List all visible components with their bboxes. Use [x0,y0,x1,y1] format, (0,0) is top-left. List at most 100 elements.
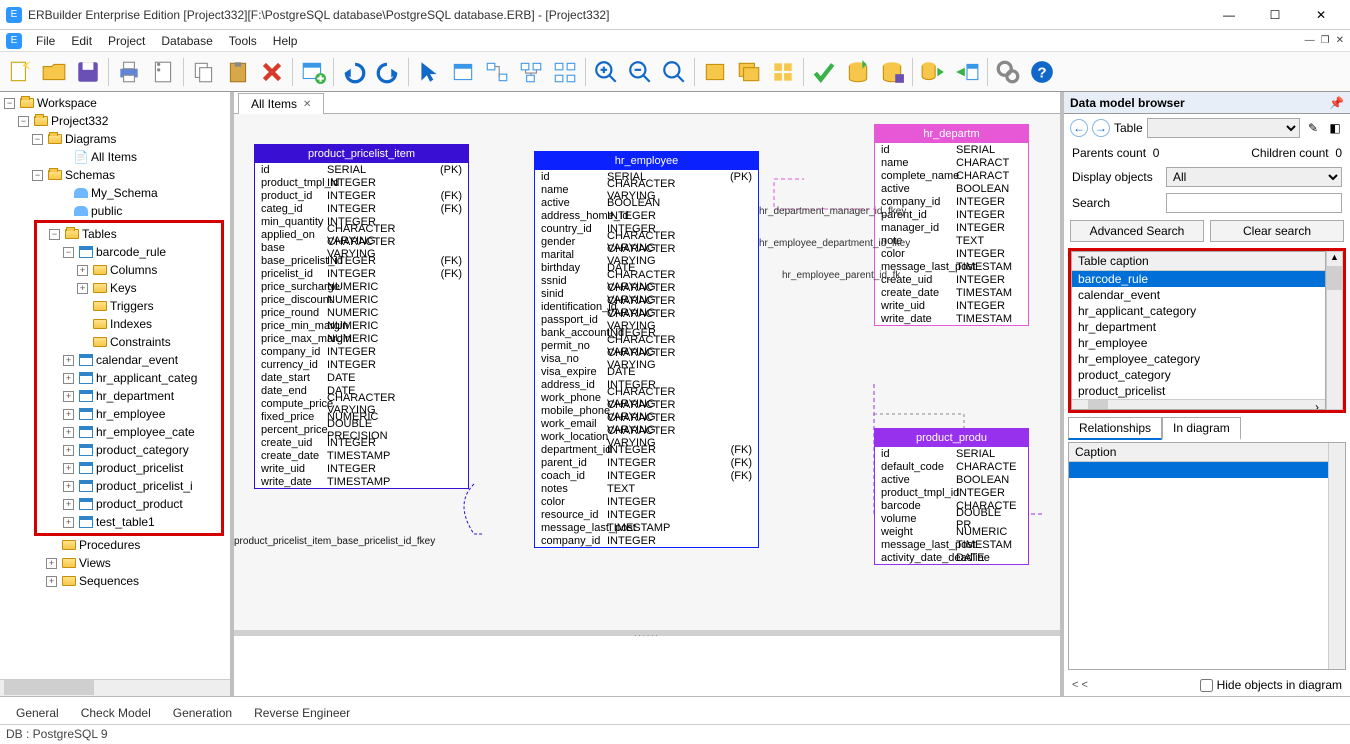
expand-icon[interactable]: + [63,499,74,510]
copy-button[interactable] [188,56,220,88]
tree-views[interactable]: Views [79,556,111,570]
collapse-icon[interactable]: − [18,116,29,127]
expand-icon[interactable]: + [63,481,74,492]
menu-help[interactable]: Help [265,32,306,50]
expand-icon[interactable]: + [63,427,74,438]
entity-column[interactable]: nameCHARACT [875,156,1028,169]
tab-general[interactable]: General [8,702,73,724]
entity-hr-employee[interactable]: hr_employeeidSERIAL(PK)nameCHARACTER VAR… [534,151,759,548]
list-item[interactable]: hr_employee_category [1072,351,1325,367]
menu-tools[interactable]: Tools [221,32,265,50]
zoom-fit-button[interactable] [658,56,690,88]
tab-in-diagram[interactable]: In diagram [1162,417,1241,440]
diagram-canvas[interactable]: product_pricelist_itemidSERIAL(PK)produc… [234,114,1060,630]
expand-icon[interactable]: + [46,576,57,587]
relation-3-button[interactable] [549,56,581,88]
entity-column[interactable]: price_discountNUMERIC [255,293,468,306]
entity-column[interactable]: nameCHARACTER VARYING [535,183,758,196]
list-item[interactable]: product_category [1072,367,1325,383]
list-item[interactable]: barcode_rule [1072,271,1325,287]
pointer-button[interactable] [413,56,445,88]
mdi-close-icon[interactable]: ✕ [1336,35,1344,46]
tab-checkmodel[interactable]: Check Model [73,702,165,724]
entity-column[interactable]: product_tmpl_idINTEGER [875,486,1028,499]
entity-column[interactable]: default_codeCHARACTE [875,460,1028,473]
collapse-icon[interactable]: − [4,98,15,109]
tree-procedures[interactable]: Procedures [79,538,140,552]
display-select[interactable]: All [1166,167,1342,187]
paste-button[interactable] [222,56,254,88]
entity-column[interactable]: visa_expireDATE [535,365,758,378]
entity-column[interactable]: idSERIAL [875,143,1028,156]
new-button[interactable] [4,56,36,88]
list-hscroll[interactable]: › [1072,399,1325,410]
expand-icon[interactable]: + [63,355,74,366]
caption-vscroll[interactable] [1328,443,1345,669]
tab-all-items[interactable]: All Items✕ [238,93,324,114]
entity-column[interactable]: visa_noCHARACTER VARYING [535,352,758,365]
expand-icon[interactable]: + [77,283,88,294]
expand-icon[interactable]: + [77,265,88,276]
collapse-icon[interactable]: − [63,247,74,258]
entity-column[interactable]: date_startDATE [255,371,468,384]
tree-project[interactable]: Project332 [51,114,108,128]
list-vscroll[interactable]: ▲ [1326,251,1343,410]
grid-button[interactable] [767,56,799,88]
forward-table-button[interactable] [951,56,983,88]
undo-button[interactable] [338,56,370,88]
entity-column[interactable]: idSERIAL(PK) [255,163,468,176]
reverse-button[interactable] [917,56,949,88]
entity-column[interactable]: percent_priceDOUBLE PRECISION [255,423,468,436]
hide-objects-checkbox[interactable]: Hide objects in diagram [1200,678,1342,692]
close-button[interactable]: ✕ [1298,0,1344,30]
entity-column[interactable]: write_dateTIMESTAM [875,312,1028,325]
entity-column[interactable]: price_roundNUMERIC [255,306,468,319]
entity-column[interactable]: base_pricelist_idINTEGER(FK) [255,254,468,267]
tree-workspace[interactable]: Workspace [37,96,97,110]
type-select[interactable] [1147,118,1300,138]
entity-header[interactable]: product_produ [875,429,1028,447]
search-input[interactable] [1166,193,1342,213]
entity-column[interactable]: parent_idINTEGER(FK) [535,456,758,469]
entity-header[interactable]: hr_departm [875,125,1028,143]
menu-project[interactable]: Project [100,32,153,50]
entity-column[interactable]: activeBOOLEAN [875,182,1028,195]
clear-search-button[interactable]: Clear search [1210,220,1344,242]
collapse-icon[interactable]: − [49,229,60,240]
entity-column[interactable]: create_uidINTEGER [255,436,468,449]
entity-column[interactable]: write_uidINTEGER [255,462,468,475]
entity-column[interactable]: message_last_postTIMESTAM [875,538,1028,551]
relation-1-button[interactable] [481,56,513,88]
locate-icon[interactable]: ◧ [1326,119,1344,137]
tree-table[interactable]: product_product [96,497,183,511]
tree-sequences[interactable]: Sequences [79,574,139,588]
list-item[interactable]: calendar_event [1072,287,1325,303]
nav-back-button[interactable]: ← [1070,119,1088,137]
caption-list[interactable]: Caption [1068,442,1346,670]
tree-indexes[interactable]: Indexes [110,317,152,331]
table-tool-button[interactable] [447,56,479,88]
print-button[interactable] [113,56,145,88]
entity-column[interactable]: price_surchargeNUMERIC [255,280,468,293]
notes-button[interactable] [147,56,179,88]
entity-column[interactable]: work_locationCHARACTER VARYING [535,430,758,443]
entity-column[interactable]: price_max_marginNUMERIC [255,332,468,345]
entity-hr-department[interactable]: hr_departmidSERIALnameCHARACTcomplete_na… [874,124,1029,326]
tree-diagrams[interactable]: Diagrams [65,132,116,146]
tree-keys[interactable]: Keys [110,281,137,295]
entity-column[interactable]: write_dateTIMESTAMP [255,475,468,488]
tab-reverse[interactable]: Reverse Engineer [246,702,364,724]
zoom-out-button[interactable] [624,56,656,88]
menu-database[interactable]: Database [153,32,220,50]
collapse-icon[interactable]: − [32,134,43,145]
add-table-button[interactable] [297,56,329,88]
tree-table[interactable]: test_table1 [96,515,155,529]
entity-header[interactable]: hr_employee [535,152,758,170]
entity-column[interactable]: manager_idINTEGER [875,221,1028,234]
expand-icon[interactable]: + [63,409,74,420]
tree-hscroll[interactable] [0,679,230,696]
close-icon[interactable]: ✕ [303,99,311,110]
expand-icon[interactable]: + [63,445,74,456]
expand-icon[interactable]: + [63,463,74,474]
entity-column[interactable]: price_min_marginNUMERIC [255,319,468,332]
